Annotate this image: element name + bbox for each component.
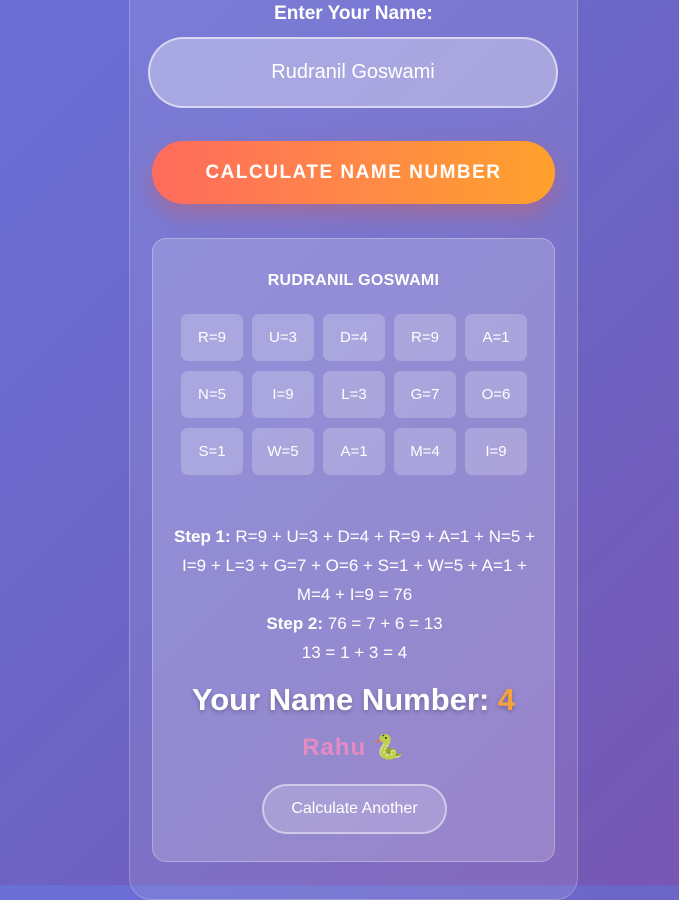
letter-cell: U=3 xyxy=(252,314,314,361)
planet-name: Rahu xyxy=(302,734,367,761)
letter-cell: N=5 xyxy=(181,371,243,418)
calculate-button[interactable]: CALCULATE NAME NUMBER xyxy=(152,141,555,204)
name-number-label: Your Name Number: xyxy=(191,682,490,717)
letter-cell: A=1 xyxy=(323,428,385,475)
result-name: RUDRANIL GOSWAMI xyxy=(267,272,440,289)
calculate-another-button[interactable]: Calculate Another xyxy=(262,784,447,834)
letter-cell: G=7 xyxy=(394,371,456,418)
name-input[interactable] xyxy=(148,37,558,108)
step-1-label: Step 1: xyxy=(173,527,231,546)
name-label: Enter Your Name: xyxy=(274,3,433,24)
step-2-label: Step 2: xyxy=(266,614,324,633)
letter-cell: R=9 xyxy=(181,314,243,361)
step-2-text: 76 = 7 + 6 = 13 xyxy=(327,614,443,633)
letter-cell: R=9 xyxy=(394,314,456,361)
result-panel: RUDRANIL GOSWAMI R=9 U=3 D=4 R=9 A=1 N=5… xyxy=(152,238,555,862)
letter-cell: I=9 xyxy=(465,428,527,475)
letter-grid: R=9 U=3 D=4 R=9 A=1 N=5 I=9 L=3 G=7 O=6 … xyxy=(181,314,527,475)
letter-cell: L=3 xyxy=(323,371,385,418)
letter-cell: D=4 xyxy=(323,314,385,361)
snake-icon: 🐍 xyxy=(373,734,405,761)
letter-cell: O=6 xyxy=(465,371,527,418)
letter-cell: W=5 xyxy=(252,428,314,475)
step-3: 13 = 1 + 3 = 4 xyxy=(301,643,408,662)
letter-cell: A=1 xyxy=(465,314,527,361)
ruling-planet: Rahu 🐍 xyxy=(153,733,554,762)
step-2: Step 2: 76 = 7 + 6 = 13 xyxy=(173,609,536,638)
name-number-result: Your Name Number: 4 xyxy=(153,682,554,718)
letter-cell: I=9 xyxy=(252,371,314,418)
step-1: Step 1: R=9 + U=3 + D=4 + R=9 + A=1 + N=… xyxy=(173,522,536,609)
letter-cell: M=4 xyxy=(394,428,456,475)
step-1-text: R=9 + U=3 + D=4 + R=9 + A=1 + N=5 + I=9 … xyxy=(182,527,536,604)
calculation-steps: Step 1: R=9 + U=3 + D=4 + R=9 + A=1 + N=… xyxy=(173,522,536,667)
letter-cell: S=1 xyxy=(181,428,243,475)
name-number-value: 4 xyxy=(497,682,516,717)
